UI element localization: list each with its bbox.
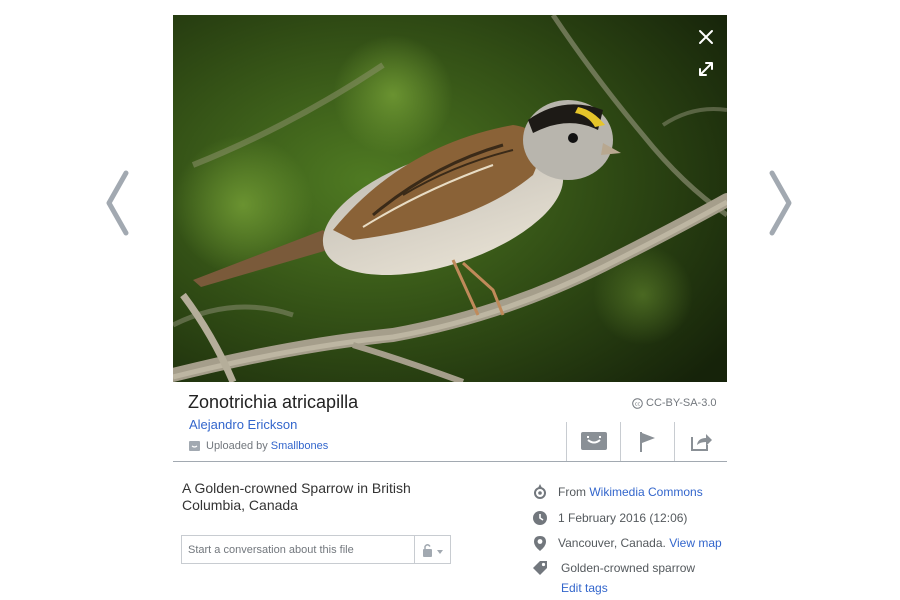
edit-tags-link[interactable]: Edit tags — [561, 581, 608, 595]
image-title: Zonotrichia atricapilla — [188, 392, 359, 412]
license-link[interactable]: cc CC-BY-SA-3.0 — [632, 397, 717, 409]
creative-commons-icon: cc — [632, 397, 643, 409]
close-button[interactable] — [695, 26, 717, 48]
source-link[interactable]: Wikimedia Commons — [589, 485, 702, 499]
uploaded-by: Uploaded by Smallbones — [189, 440, 328, 452]
map-pin-icon — [534, 536, 546, 551]
next-image-button[interactable] — [762, 165, 802, 245]
uploader-link[interactable]: Smallbones — [271, 440, 328, 452]
conversation-box — [181, 535, 451, 564]
reuse-button[interactable] — [566, 422, 620, 462]
tags-row: Golden-crowned sparrow — [532, 560, 695, 576]
upload-date: 1 February 2016 (12:06) — [558, 511, 688, 525]
flag-icon — [639, 432, 655, 452]
source-row: From Wikimedia Commons — [532, 484, 703, 500]
chevron-left-icon — [106, 170, 129, 236]
divider — [173, 461, 727, 462]
previous-image-button[interactable] — [100, 165, 140, 245]
uploaded-by-label: Uploaded by — [206, 440, 268, 452]
tag-icon — [533, 561, 547, 575]
view-map-link[interactable]: View map — [669, 536, 721, 550]
privacy-dropdown[interactable] — [414, 536, 450, 563]
source-prefix: From — [558, 485, 586, 499]
date-row: 1 February 2016 (12:06) — [532, 510, 687, 526]
svg-text:cc: cc — [635, 401, 641, 407]
license-label: CC-BY-SA-3.0 — [646, 397, 717, 409]
clock-icon — [533, 511, 547, 525]
image-description: A Golden-crowned Sparrow in British Colu… — [182, 480, 411, 513]
author-link[interactable]: Alejandro Erickson — [189, 417, 297, 432]
conversation-input[interactable] — [182, 536, 414, 563]
fullscreen-button[interactable] — [695, 58, 717, 80]
location-text: Vancouver, Canada. — [558, 536, 666, 550]
action-bar — [566, 422, 726, 462]
location-row: Vancouver, Canada. View map — [532, 535, 722, 551]
tag-text: Golden-crowned sparrow — [561, 561, 696, 575]
close-icon — [699, 30, 713, 44]
reuse-small-icon — [189, 441, 200, 451]
reuse-icon — [580, 432, 607, 450]
fullscreen-icon — [699, 62, 713, 76]
share-button[interactable] — [674, 422, 726, 462]
bird-photo — [173, 15, 727, 382]
chevron-right-icon — [769, 170, 792, 236]
image-viewer — [173, 15, 727, 382]
share-icon — [690, 434, 712, 451]
commons-icon — [534, 484, 546, 499]
lock-icon — [422, 543, 443, 557]
report-button[interactable] — [620, 422, 674, 462]
